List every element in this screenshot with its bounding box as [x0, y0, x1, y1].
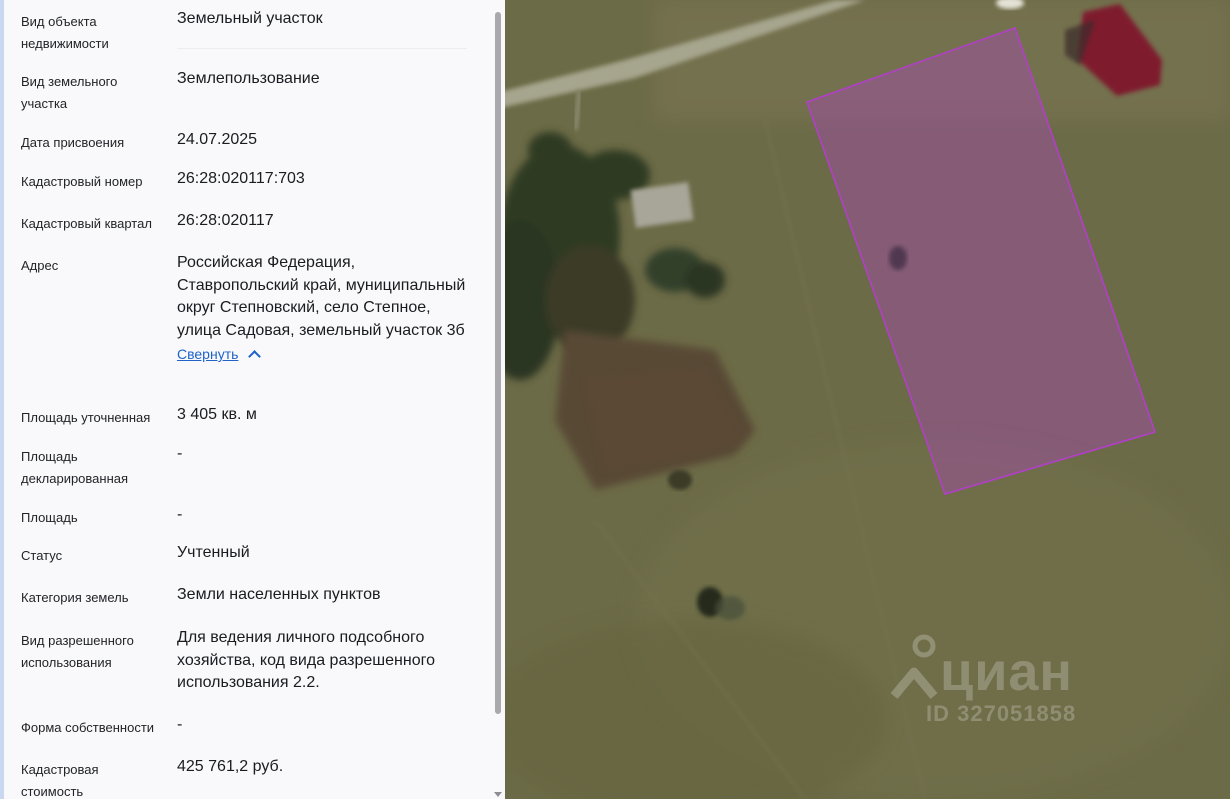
app-root: Вид объекта недвижимости Земельный участ… — [0, 0, 1230, 799]
building — [630, 182, 694, 228]
row-value: - — [177, 716, 183, 733]
row-label: Адрес — [21, 258, 59, 273]
panel-left-edge — [0, 0, 4, 799]
row-value: Учтенный — [177, 544, 250, 561]
row-label: Площадь — [21, 510, 78, 525]
bush — [715, 596, 745, 620]
row-value: 425 761,2 руб. — [177, 758, 284, 775]
row-value: - — [177, 506, 183, 523]
row-label: Кадастровый номер — [21, 174, 143, 189]
row-value: Земли населенных пунктов — [177, 586, 381, 603]
row-value: 3 405 кв. м — [177, 406, 257, 423]
row-value: - — [177, 445, 183, 462]
row-label: Вид земельного участка — [21, 74, 118, 111]
row-label: Вид разрешенного использования — [21, 633, 134, 670]
row-label: Кадастровый квартал — [21, 216, 152, 231]
row-label: Площадь уточненная — [21, 410, 151, 425]
address-text: Российская Федерация, Ставропольский кра… — [177, 254, 466, 339]
row-label: Площадь декларированная — [21, 449, 129, 486]
parcel-shrub — [889, 246, 907, 270]
row-value: Российская Федерация, Ставропольский кра… — [177, 252, 477, 367]
collapse-link[interactable]: Свернуть — [177, 344, 238, 364]
row-value: Земельный участок — [177, 10, 323, 27]
satellite-image — [505, 0, 1230, 799]
property-info-panel: Вид объекта недвижимости Земельный участ… — [0, 0, 505, 799]
chevron-up-icon[interactable] — [248, 350, 262, 363]
row-label: Вид объекта недвижимости — [21, 14, 109, 51]
row-value: Землепользование — [177, 70, 320, 87]
satellite-map[interactable]: циан ID 327051858 — [505, 0, 1230, 799]
row-value: 26:28:020117:703 — [177, 170, 305, 187]
row-label: Статус — [21, 548, 63, 563]
row-label: Кадастровая стоимость — [21, 762, 99, 799]
divider — [177, 48, 467, 49]
row-value: Для ведения личного подсобного хозяйства… — [177, 629, 435, 691]
scroll-down-arrow-icon[interactable] — [494, 792, 502, 797]
row-label: Категория земель — [21, 590, 129, 605]
row-label: Дата присвоения — [21, 135, 125, 150]
scrollbar-thumb[interactable] — [495, 12, 501, 714]
bush — [668, 470, 692, 490]
row-value: 26:28:020117 — [177, 212, 274, 229]
row-value: 24.07.2025 — [177, 131, 258, 148]
row-label: Форма собственности — [21, 720, 155, 735]
